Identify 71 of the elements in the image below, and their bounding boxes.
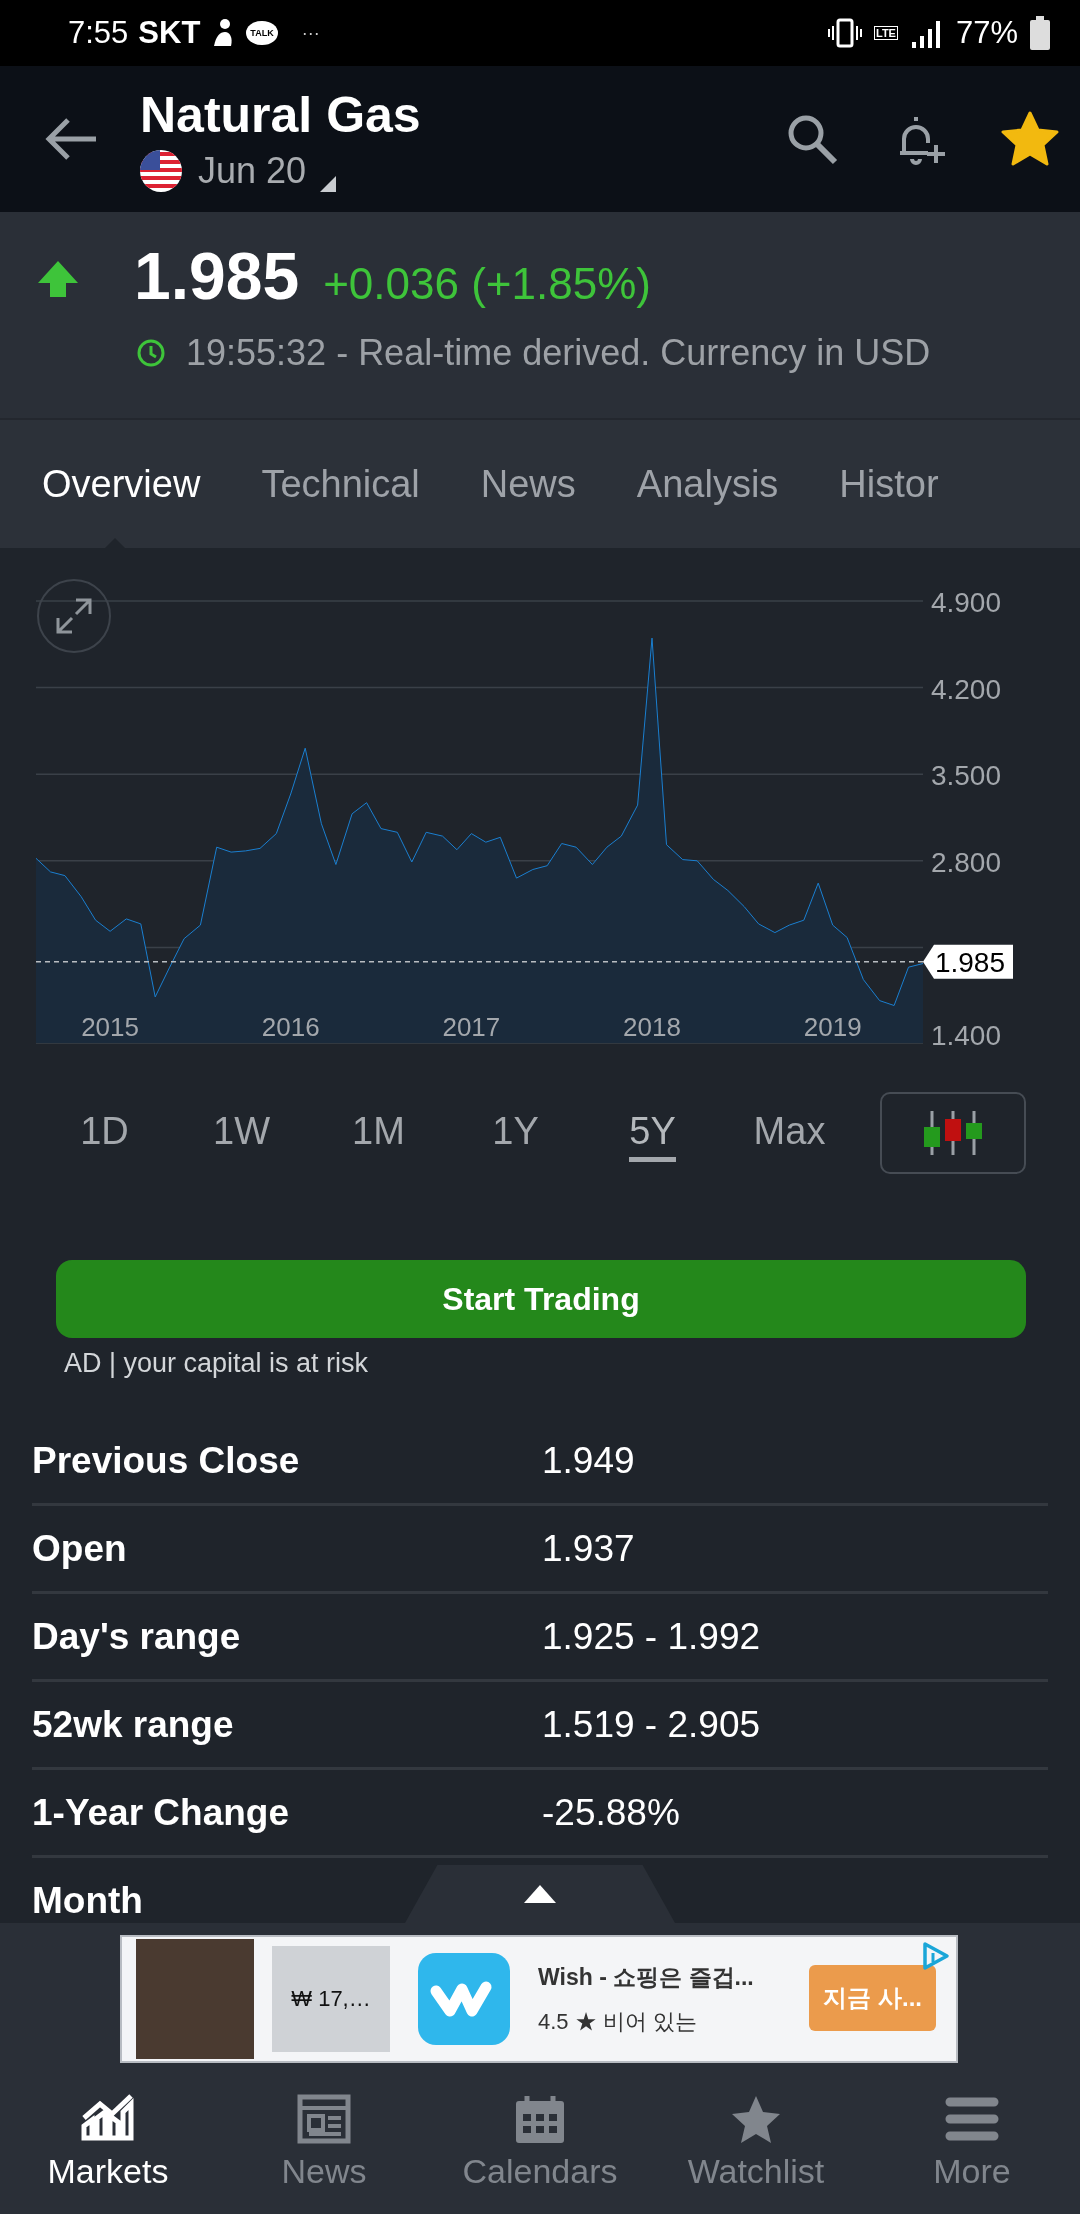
stat-label: 1-Year Change: [32, 1791, 291, 1834]
range-button[interactable]: Max: [753, 1103, 826, 1162]
logo-icon: [418, 1953, 510, 2045]
flag-icon: [140, 150, 182, 192]
nav-tab[interactable]: Watchlist: [648, 2071, 864, 2214]
tab[interactable]: News: [450, 420, 606, 548]
axis-label: 2018: [623, 1012, 681, 1042]
range-button[interactable]: 1D: [80, 1103, 129, 1162]
nav-tab[interactable]: Markets: [0, 2071, 216, 2214]
favorite-button[interactable]: [1000, 110, 1060, 168]
axis-label: 4.900: [930, 587, 1001, 618]
tab[interactable]: Analysis: [606, 420, 809, 548]
candlestick-icon: [921, 1108, 985, 1157]
stat-label: Open: [32, 1527, 128, 1570]
axis-label: 1.400: [930, 1020, 1001, 1051]
stat-value: 1.937: [542, 1527, 635, 1570]
expand-button[interactable]: [37, 579, 111, 653]
newspaper-icon: [297, 2094, 351, 2144]
candlestick-button[interactable]: [880, 1091, 1026, 1174]
vibrate-icon: [828, 17, 862, 49]
timestamp-note: 19:55:32 - Real-time derived. Currency in USD: [186, 332, 931, 374]
axis-label: 3.500: [930, 760, 1001, 792]
bar-chart-icon: [81, 2094, 135, 2144]
tab[interactable]: Histor: [809, 420, 969, 548]
price-tag: 1.985: [923, 944, 1013, 979]
more-indicator: ···: [301, 22, 320, 44]
stat-value: 1.949: [542, 1439, 635, 1482]
axis-label: 2019: [803, 1012, 862, 1042]
stat-label: Day's range: [32, 1615, 242, 1658]
carrier-name: SKT: [138, 15, 201, 51]
expand-icon: [54, 596, 94, 636]
axis-label: 2.800: [930, 846, 1001, 878]
stat-value: 1.519 - 2.905: [542, 1703, 761, 1746]
network-label: LTE: [874, 26, 898, 40]
ad-title: Wish - 쇼핑은 즐겁...: [538, 1962, 754, 1992]
axis-label: 2015: [81, 1012, 139, 1042]
ad-choices-icon: [920, 1941, 950, 1971]
tab[interactable]: Overview: [0, 420, 231, 548]
stat-label: Previous Close: [32, 1439, 301, 1482]
risk-disclaimer: AD | your capital is at risk: [64, 1348, 370, 1379]
ref-line-label: 1.985: [934, 946, 1005, 978]
stat-value: -25.88%: [542, 1791, 680, 1834]
range-button[interactable]: 1W: [213, 1103, 270, 1162]
stat-label: Month: [32, 1879, 144, 1922]
nav-tab[interactable]: News: [216, 2071, 432, 2214]
product-photo: ₩ 17,…: [272, 1946, 390, 2052]
ad-rating: 4.5 ★ 비어 있는: [538, 2007, 698, 2036]
range-button[interactable]: 1M: [352, 1103, 405, 1162]
range-button[interactable]: 1Y: [492, 1103, 539, 1162]
contract-dropdown[interactable]: Jun 20: [198, 150, 337, 192]
stat-label: 52wk range: [32, 1703, 235, 1746]
price-change: +0.036 (+1.85%): [323, 259, 651, 309]
talk-badge: TALK: [246, 21, 278, 45]
last-price: 1.985: [134, 238, 300, 314]
clock-icon: [136, 338, 166, 368]
ad-banner[interactable]: ₩ 17,… Wish - 쇼핑은 즐겁... 4.5 ★ 비어 있는 지금 사...: [120, 1935, 958, 2063]
axis-label: 4.200: [930, 673, 1001, 705]
nav-tab[interactable]: More: [864, 2071, 1080, 2214]
axis-label: 2017: [442, 1012, 501, 1042]
axis-label: 2016: [261, 1012, 320, 1042]
battery-percent: 77%: [955, 15, 1018, 51]
instrument-title: Natural Gas: [140, 86, 421, 144]
start-trading-button[interactable]: Start Trading: [56, 1260, 1026, 1338]
stat-value: 1.925 - 1.992: [542, 1615, 761, 1658]
calendar-icon: [513, 2094, 567, 2144]
caret-icon: [320, 176, 337, 192]
battery-icon: [1030, 16, 1050, 50]
clock-time: 7:55: [68, 15, 129, 51]
range-button[interactable]: 5Y: [629, 1103, 676, 1162]
nav-tab[interactable]: Calendars: [432, 2071, 648, 2214]
tab[interactable]: Technical: [231, 420, 450, 548]
